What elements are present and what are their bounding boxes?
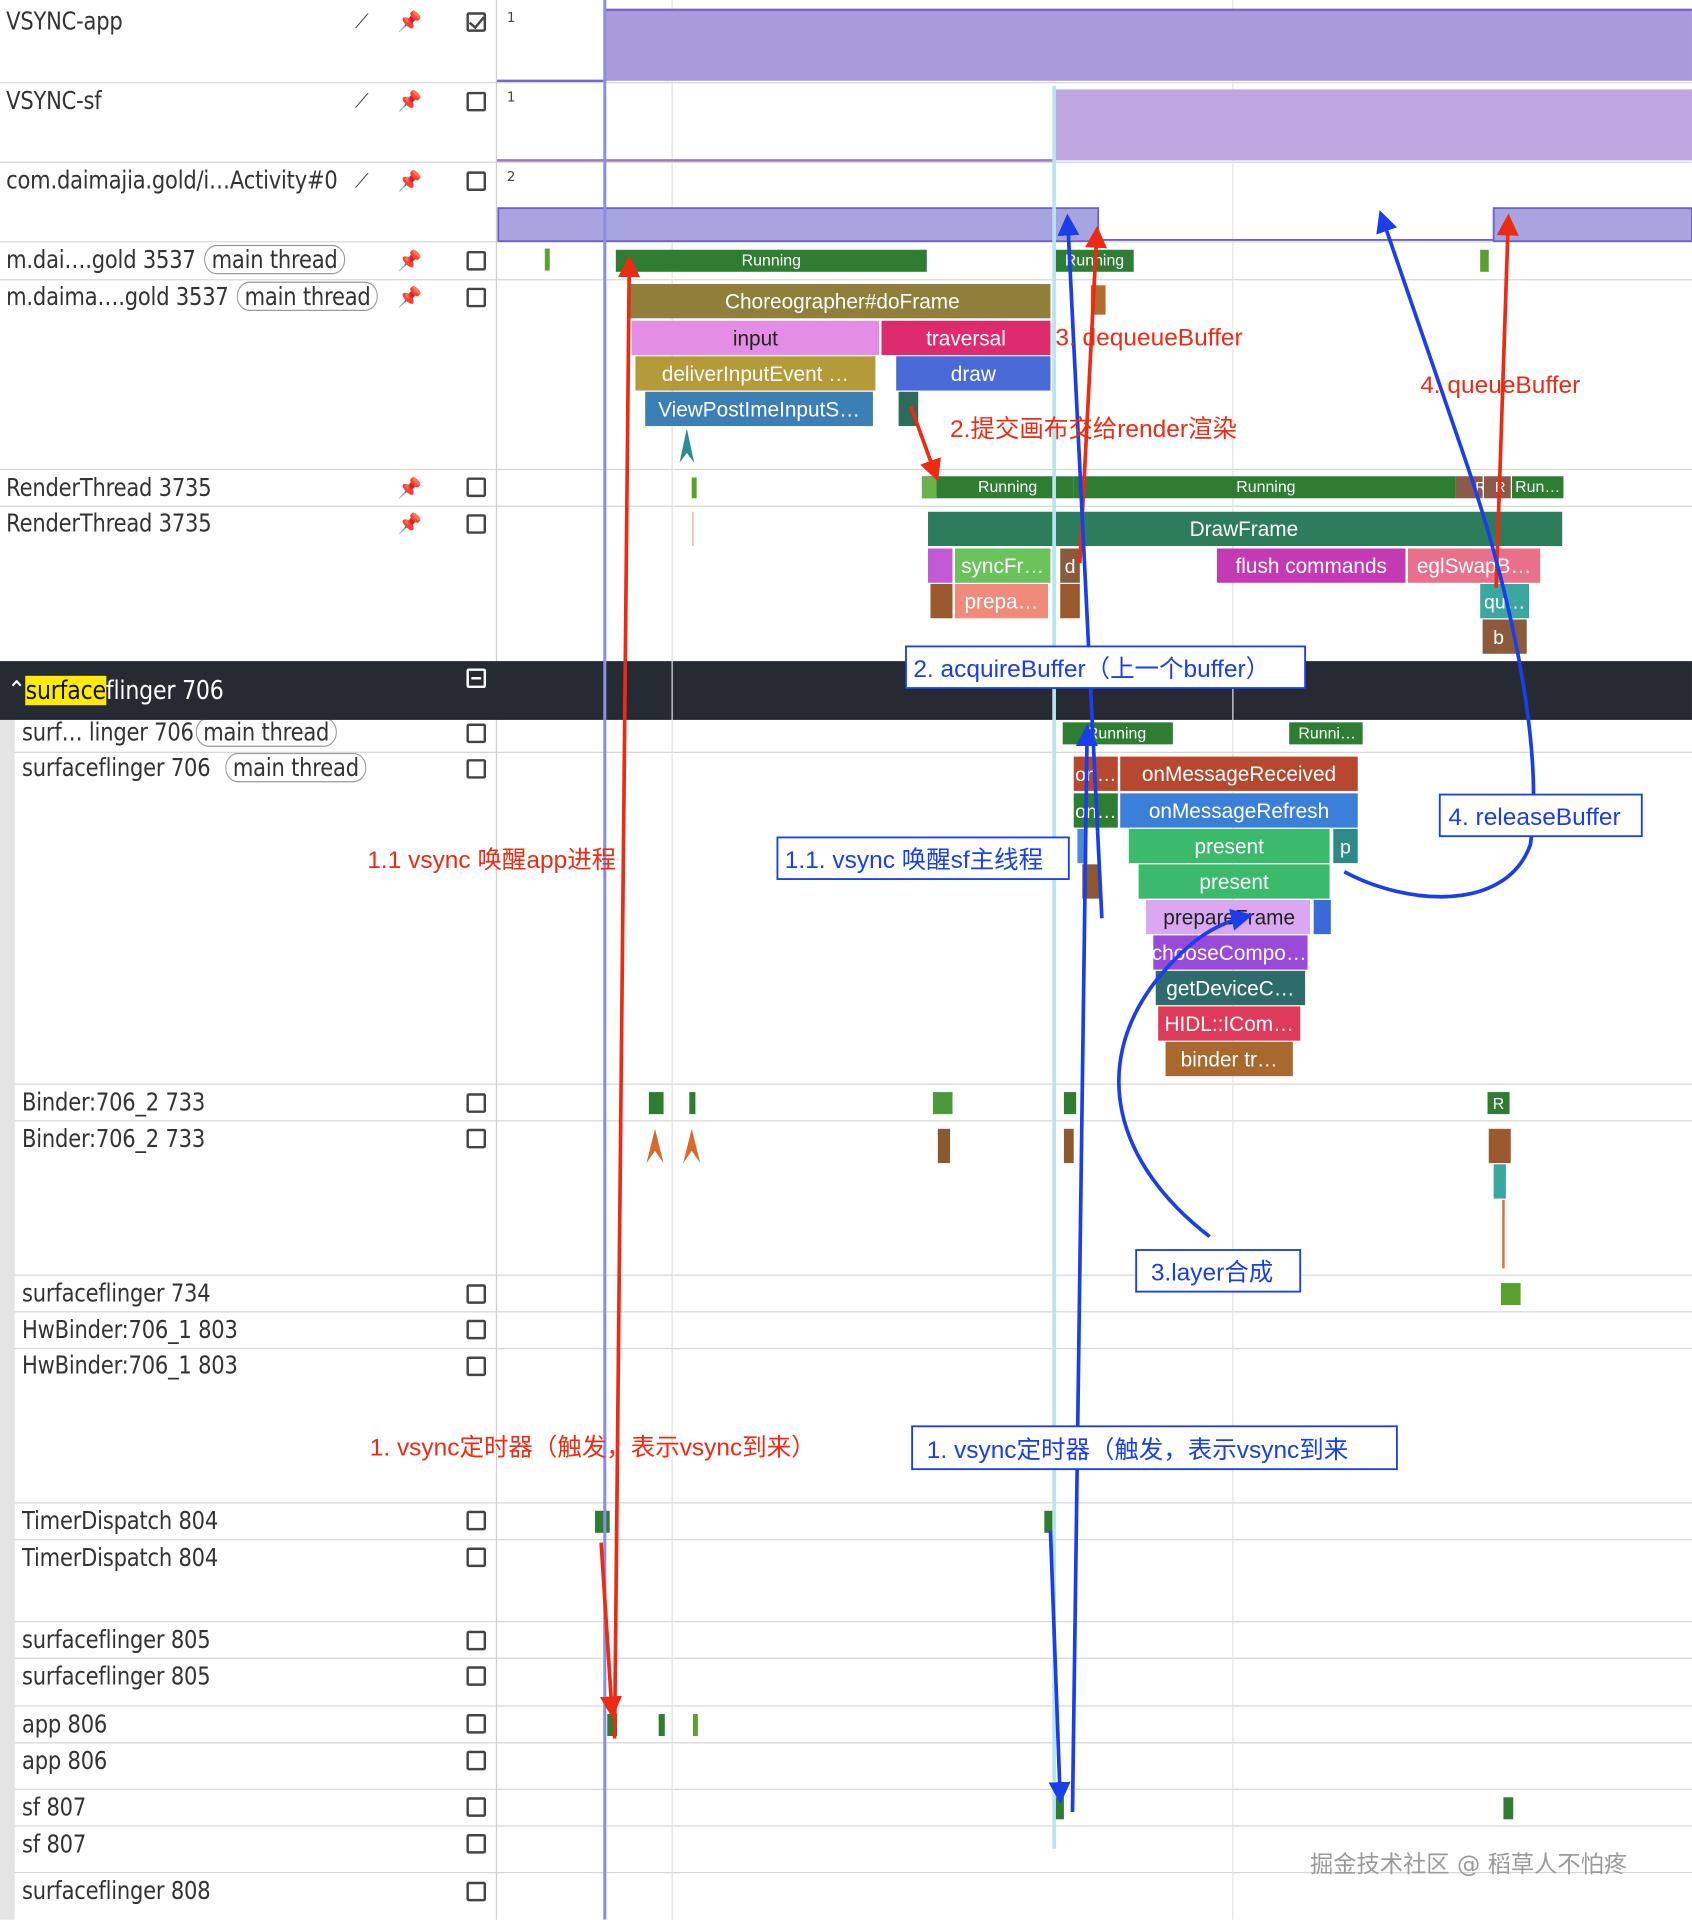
annotation-layer-composition: 3.layer合成 xyxy=(1151,1259,1273,1287)
slice-label: HIDL::ICom… xyxy=(1164,1013,1293,1036)
slice-label: flush commands xyxy=(1236,555,1387,578)
running-state[interactable] xyxy=(689,1092,696,1115)
running-state[interactable] xyxy=(648,1092,664,1115)
slice[interactable] xyxy=(937,1128,951,1164)
slice-label: Running xyxy=(1236,479,1295,496)
slice-label: binder tr… xyxy=(1181,1048,1278,1071)
thread-state xyxy=(921,476,937,499)
slice-label: eglSwapB… xyxy=(1417,555,1531,578)
activity-counter-segment[interactable] xyxy=(497,207,1100,243)
annotation-release: 4. releaseBuffer xyxy=(1448,804,1620,831)
slice[interactable] xyxy=(930,583,953,619)
slice-label: deliverInputEvent … xyxy=(662,363,849,386)
thread-state[interactable] xyxy=(544,248,550,271)
annotation-vsync-timer-app: 1. vsync定时器（触发，表示vsync到来） xyxy=(370,1434,816,1462)
flow-marker-icon xyxy=(646,1128,664,1164)
annotation-acquire: 2. acquireBuffer（上一个buffer） xyxy=(913,655,1270,683)
slice-label: draw xyxy=(951,363,997,386)
annotation-submit-render: 2.提交画布交给render渲染 xyxy=(950,415,1237,443)
annotation-vsync-wake-sf: 1.1. vsync 唤醒sf主线程 xyxy=(785,846,1043,874)
flow-marker-icon xyxy=(683,1128,701,1164)
slice-label: prepareFrame xyxy=(1163,906,1295,929)
annotation-vsync-timer-sf: 1. vsync定时器（触发，表示vsync到来 xyxy=(927,1436,1348,1464)
running-state[interactable] xyxy=(1503,1797,1514,1820)
slice[interactable] xyxy=(1488,1128,1511,1164)
slice-label: Runni… xyxy=(1298,725,1355,742)
activity-counter-segment[interactable] xyxy=(1492,207,1692,243)
running-state[interactable] xyxy=(658,1714,665,1737)
slice-label: R xyxy=(1493,1096,1505,1113)
slice[interactable] xyxy=(1493,1164,1506,1199)
running-state[interactable] xyxy=(932,1092,953,1115)
slice[interactable] xyxy=(1313,899,1331,935)
running-state[interactable] xyxy=(692,1714,698,1737)
flow-marker-icon xyxy=(679,428,695,463)
red-arrow-vsync-wake-app xyxy=(612,255,641,1739)
running-state[interactable] xyxy=(595,1510,610,1533)
annotation-queue: 4. queueBuffer xyxy=(1420,372,1580,399)
timeline-canvas[interactable]: Running Running Choreographer#doFrame in… xyxy=(0,0,1692,1920)
slice-label: present xyxy=(1199,871,1269,894)
blue-arrow-vsync-wake-sf xyxy=(1070,724,1098,1812)
slice-label: b xyxy=(1493,627,1504,649)
red-arrow-timer xyxy=(599,1542,623,1719)
slice-label: input xyxy=(733,327,778,350)
red-arrow-submit-render xyxy=(909,405,941,482)
slice-label: d xyxy=(1065,556,1076,578)
slice-label: onMessageReceived xyxy=(1142,763,1336,786)
thread-state[interactable] xyxy=(691,477,697,499)
slice-label: Choreographer#doFrame xyxy=(725,291,960,314)
slice-b[interactable] xyxy=(1482,619,1527,654)
slice-label: ViewPostImeInputS… xyxy=(658,398,860,421)
slice-label: DrawFrame xyxy=(1190,518,1299,541)
slice-label: p xyxy=(1340,836,1351,858)
thread-state[interactable] xyxy=(1480,249,1489,272)
slice-label: prepa… xyxy=(964,590,1038,613)
vsync-app-counter[interactable] xyxy=(604,9,1692,81)
slice-label: onMessageRefresh xyxy=(1149,800,1329,823)
slice-label: Running xyxy=(1087,725,1146,742)
slice[interactable] xyxy=(1063,1128,1074,1164)
slice[interactable] xyxy=(928,548,953,583)
slice-label: Running xyxy=(978,479,1037,496)
slice-label: Run… xyxy=(1515,479,1560,496)
slice-label: Running xyxy=(742,253,801,270)
vsync-sf-counter[interactable] xyxy=(1054,89,1692,161)
slice[interactable] xyxy=(1060,583,1080,619)
slice-label: traversal xyxy=(926,327,1006,350)
slice-label: getDeviceC… xyxy=(1166,977,1294,1000)
annotation-dequeue: 3. dequeueBuffer xyxy=(1055,324,1242,351)
running-state[interactable] xyxy=(1500,1283,1521,1306)
slice-label: syncFr… xyxy=(961,555,1044,578)
running-state[interactable] xyxy=(1063,1092,1077,1115)
annotation-vsync-wake-app: 1.1 vsync 唤醒app进程 xyxy=(367,846,616,874)
slice-label: present xyxy=(1195,835,1265,858)
watermark: 掘金技术社区 @ 稻草人不怕疼 xyxy=(1310,1851,1628,1879)
